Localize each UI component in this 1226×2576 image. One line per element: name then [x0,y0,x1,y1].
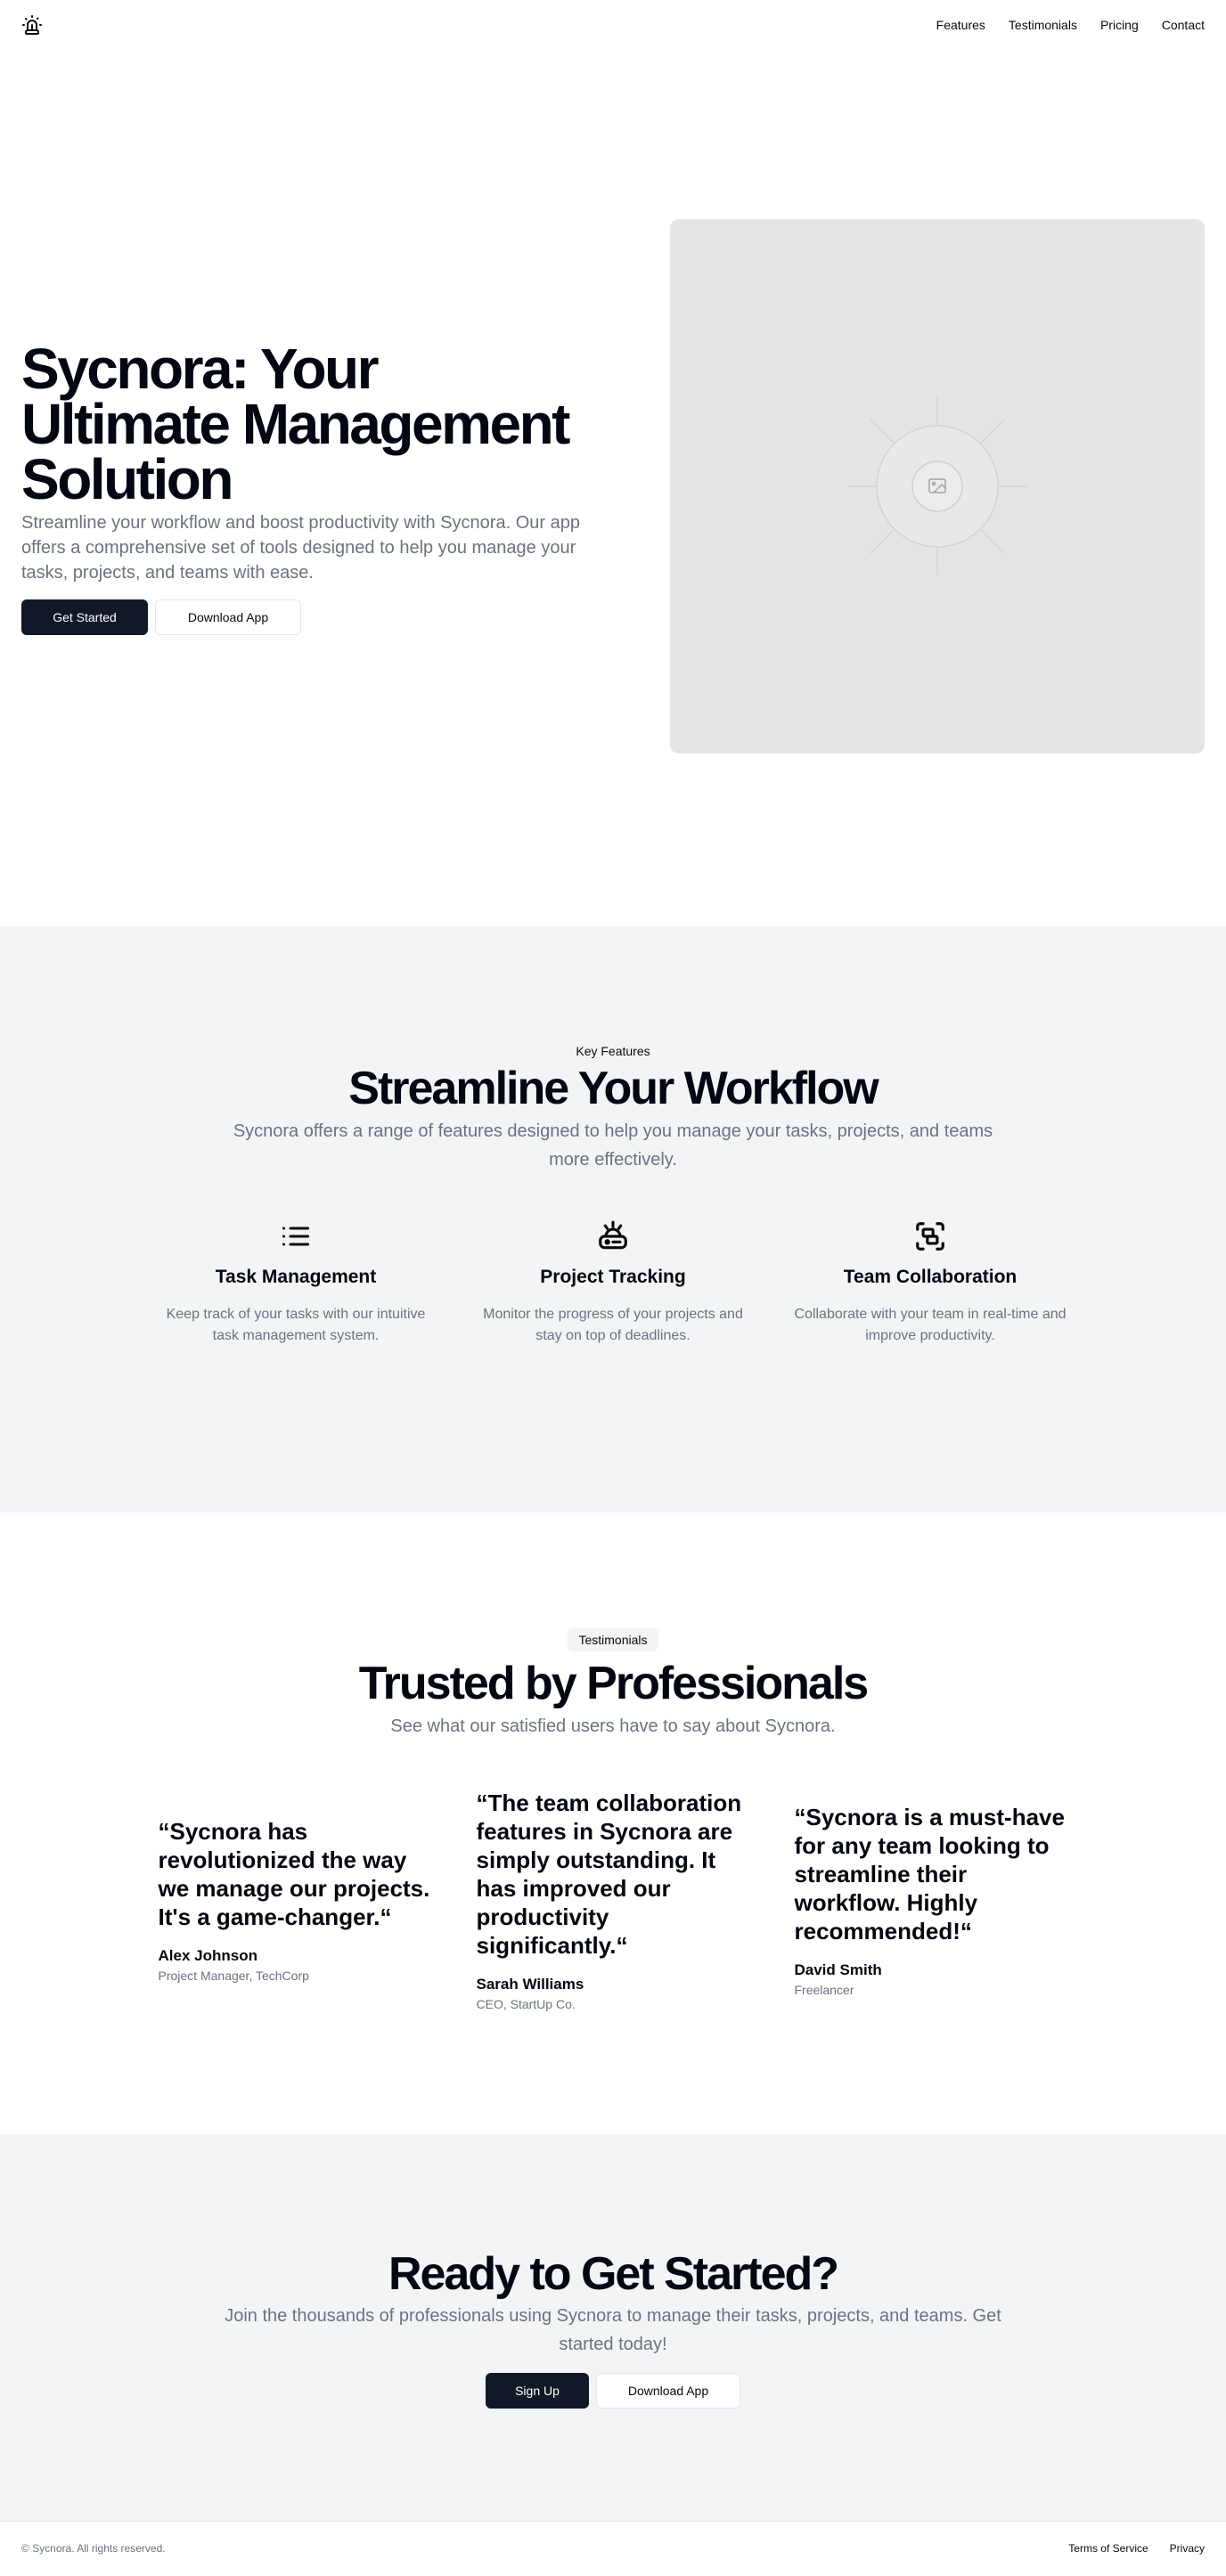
download-app-button[interactable]: Download App [596,2373,740,2409]
feature-title: Team Collaboration [843,1267,1018,1287]
list-icon [282,1227,309,1246]
testimonial-quote: “The team collaboration features in Sycn… [476,1789,742,1959]
testimonials-title: Trusted by Professionals [358,1658,869,1709]
alarm-tracking-icon [599,1220,627,1250]
nav-link-features[interactable]: Features [936,18,985,32]
landing-page: Features Testimonials Pricing Contact Sy… [0,0,1226,2576]
testimonial-role: Project Manager, TechCorp [158,1969,309,1983]
testimonial-quote: “Sycnora has revolutionized the way we m… [158,1818,430,1930]
nav-link-testimonials[interactable]: Testimonials [1009,18,1077,32]
nav-link-pricing[interactable]: Pricing [1100,18,1139,32]
feature-title: Task Management [215,1267,377,1287]
testimonial-card: “Sycnora is a must-have for any team loo… [795,1803,1068,1997]
testimonials-badge: Testimonials [568,1628,658,1651]
logo-link[interactable] [21,14,43,36]
nav-link-contact[interactable]: Contact [1162,18,1205,32]
feature-description: Keep track of your tasks with our intuit… [166,1307,426,1343]
hero-image-placeholder [670,219,1205,754]
feature-title: Project Tracking [540,1267,686,1287]
testimonial-author: David Smith [794,1961,882,1978]
testimonial-quote: “Sycnora is a must-have for any team loo… [794,1804,1065,1944]
sign-up-button[interactable]: Sign Up [486,2373,589,2409]
cta-subtitle: Join the thousands of professionals usin… [225,2306,1001,2354]
testimonials-section: Testimonials Trusted by Professionals Se… [0,1512,1226,2134]
features-label: Key Features [576,1044,650,1058]
hero-section: Sycnora: Your Ultimate Management Soluti… [0,50,1226,926]
hero-title: Sycnora: Your Ultimate Management Soluti… [21,337,570,511]
testimonial-role: CEO, StartUp Co. [476,1997,576,2011]
features-section: Key Features Streamline Your Workflow Sy… [0,926,1226,1512]
testimonial-author: Sarah Williams [476,1976,584,1993]
feature-card: Project Tracking Monitor the progress of… [470,1219,756,1347]
testimonial-card: “Sycnora has revolutionized the way we m… [159,1817,432,1983]
hero-buttons: Get Started Download App [21,599,592,635]
cta-buttons: Sign Up Download App [486,2373,740,2409]
footer-link-terms[interactable]: Terms of Service [1068,2542,1148,2555]
feature-description: Monitor the progress of your projects an… [483,1307,743,1343]
nav-links: Features Testimonials Pricing Contact [936,18,1205,32]
top-nav: Features Testimonials Pricing Contact [0,0,1226,50]
download-app-button[interactable]: Download App [155,599,301,635]
testimonial-card: “The team collaboration features in Sycn… [477,1789,750,2011]
copyright-text: © Sycnora. All rights reserved. [21,2541,166,2555]
features-grid: Task Management Keep track of your tasks… [153,1219,1073,1347]
feature-description: Collaborate with your team in real-time … [794,1307,1067,1343]
features-title: Streamline Your Workflow [348,1063,879,1114]
image-placeholder-icon [848,397,1026,575]
cta-title: Ready to Get Started? [388,2248,839,2300]
testimonials-grid: “Sycnora has revolutionized the way we m… [159,1789,1068,2011]
cta-section: Ready to Get Started? Join the thousands… [0,2134,1226,2521]
footer: © Sycnora. All rights reserved. Terms of… [0,2521,1226,2574]
feature-card: Task Management Keep track of your tasks… [153,1219,438,1347]
testimonial-role: Freelancer [794,1983,854,1997]
hero-text: Sycnora: Your Ultimate Management Soluti… [21,337,592,635]
footer-links: Terms of Service Privacy [1068,2542,1205,2555]
get-started-button[interactable]: Get Started [21,599,148,635]
alarm-light-icon [22,15,42,35]
group-icon [916,1222,944,1251]
feature-card: Team Collaboration Collaborate with your… [788,1219,1073,1347]
footer-link-privacy[interactable]: Privacy [1170,2542,1205,2555]
hero-subtitle: Streamline your workflow and boost produ… [21,513,580,583]
testimonials-subtitle: See what our satisfied users have to say… [390,1716,836,1736]
features-subtitle: Sycnora offers a range of features desig… [233,1121,993,1170]
testimonial-author: Alex Johnson [158,1947,257,1964]
